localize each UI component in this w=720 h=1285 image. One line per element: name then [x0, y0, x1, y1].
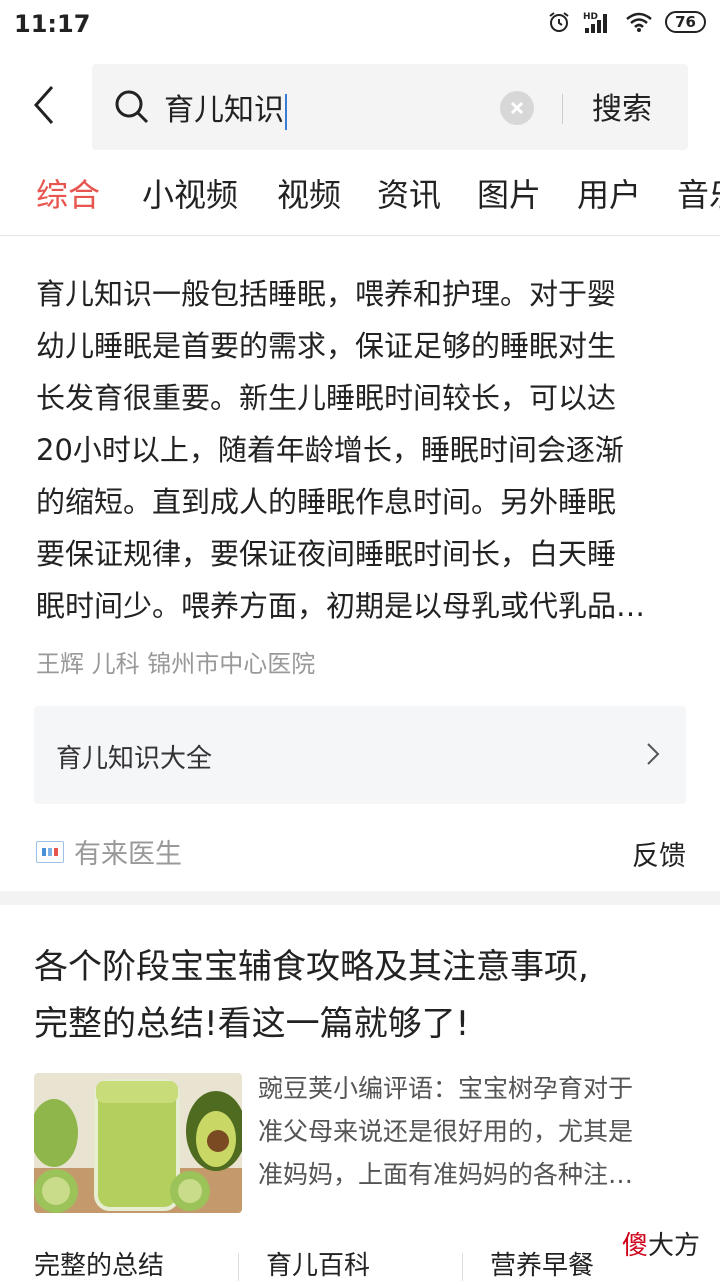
- snippet-line: 豌豆荚小编评语：宝宝树孕育对于: [258, 1074, 634, 1103]
- answer-line: 要保证规律，要保证夜间睡眠时间长，白天睡: [36, 537, 617, 571]
- tab-music[interactable]: 音乐: [677, 170, 720, 216]
- answer-line: 眠时间少。喂养方面，初期是以母乳或代乳品…: [36, 589, 646, 623]
- wifi-icon: [626, 12, 652, 32]
- tag-divider: [238, 1253, 239, 1281]
- network-type-label: HD: [583, 12, 598, 22]
- status-time: 11:17: [14, 10, 91, 38]
- search-query-text: 育儿知识: [164, 93, 284, 128]
- search-header: 育儿知识 搜索: [0, 60, 720, 155]
- tab-news[interactable]: 资讯: [377, 170, 441, 216]
- tab-users[interactable]: 用户: [577, 170, 641, 216]
- answer-line: 的缩短。直到成人的睡眠作息时间。另外睡眠: [36, 485, 617, 519]
- tab-video[interactable]: 视频: [277, 170, 341, 216]
- feedback-button[interactable]: 反馈: [632, 834, 686, 873]
- tab-comprehensive[interactable]: 综合: [36, 170, 100, 216]
- snippet-line: 准妈妈，上面有准妈妈的各种注…: [258, 1160, 634, 1189]
- tag-divider: [462, 1253, 463, 1281]
- tag-item[interactable]: 营养早餐: [490, 1245, 594, 1282]
- provider-name: 有来医生: [74, 839, 182, 870]
- article-tags: 完整的总结 育儿百科 营养早餐: [0, 1245, 720, 1285]
- tag-item[interactable]: 育儿百科: [266, 1245, 370, 1282]
- answer-line: 育儿知识一般包括睡眠，喂养和护理。对于婴: [36, 277, 617, 311]
- watermark-text: 大方: [647, 1231, 700, 1261]
- answer-line: 长发育很重要。新生儿睡眠时间较长，可以达: [36, 381, 617, 415]
- text-cursor: [285, 93, 287, 130]
- tab-images[interactable]: 图片: [477, 170, 541, 216]
- section-separator: [0, 891, 720, 905]
- search-button[interactable]: 搜索: [592, 84, 652, 128]
- watermark: 傻大方: [622, 1225, 700, 1262]
- answer-source: 王辉 儿科 锦州市中心医院: [36, 650, 316, 678]
- chevron-right-icon: [647, 743, 660, 765]
- knowledge-link-label: 育儿知识大全: [56, 744, 213, 774]
- status-bar: 11:17 HD 76: [0, 0, 720, 50]
- tag-item[interactable]: 完整的总结: [34, 1245, 164, 1282]
- knowledge-link-button[interactable]: 育儿知识大全: [34, 706, 686, 804]
- back-arrow-icon: [33, 86, 54, 124]
- clear-icon: [510, 101, 524, 115]
- search-box[interactable]: 育儿知识 搜索: [92, 64, 688, 150]
- search-divider: [562, 94, 563, 124]
- battery-indicator: 76: [665, 11, 706, 33]
- answer-card[interactable]: 育儿知识一般包括睡眠，喂养和护理。对于婴 幼儿睡眠是首要的需求，保证足够的睡眠对…: [0, 236, 720, 891]
- article-thumbnail[interactable]: [34, 1073, 242, 1213]
- smoothie-image: [34, 1073, 242, 1213]
- search-input[interactable]: 育儿知识: [164, 85, 287, 130]
- provider-logo-icon: [36, 840, 64, 863]
- answer-line: 幼儿睡眠是首要的需求，保证足够的睡眠对生: [36, 329, 617, 363]
- article-snippet: 豌豆荚小编评语：宝宝树孕育对于 准父母来说还是很好用的，尤其是 准妈妈，上面有准…: [258, 1067, 688, 1196]
- search-icon: [115, 90, 149, 124]
- answer-text: 育儿知识一般包括睡眠，喂养和护理。对于婴 幼儿睡眠是首要的需求，保证足够的睡眠对…: [36, 268, 686, 632]
- alarm-icon: [549, 12, 569, 32]
- back-button[interactable]: [22, 80, 66, 130]
- article-title-line: 各个阶段宝宝辅食攻略及其注意事项,: [34, 947, 589, 987]
- tab-short-video[interactable]: 小视频: [142, 170, 238, 216]
- article-card[interactable]: 各个阶段宝宝辅食攻略及其注意事项, 完整的总结!看这一篇就够了! 豌豆荚小编评语…: [0, 905, 720, 1281]
- article-title-line: 完整的总结!看这一篇就够了!: [34, 1004, 470, 1044]
- status-icons: HD 76: [547, 10, 706, 34]
- snippet-line: 准父母来说还是很好用的，尤其是: [258, 1117, 634, 1146]
- answer-line: 20小时以上，随着年龄增长，睡眠时间会逐渐: [36, 433, 624, 467]
- article-title[interactable]: 各个阶段宝宝辅食攻略及其注意事项, 完整的总结!看这一篇就够了!: [34, 939, 684, 1053]
- signal-icon: HD: [583, 12, 608, 33]
- provider[interactable]: 有来医生: [36, 832, 182, 871]
- clear-search-button[interactable]: [500, 91, 534, 125]
- watermark-accent: 傻: [621, 1231, 648, 1261]
- category-tabs: 综合 小视频 视频 资讯 图片 用户 音乐: [0, 170, 720, 226]
